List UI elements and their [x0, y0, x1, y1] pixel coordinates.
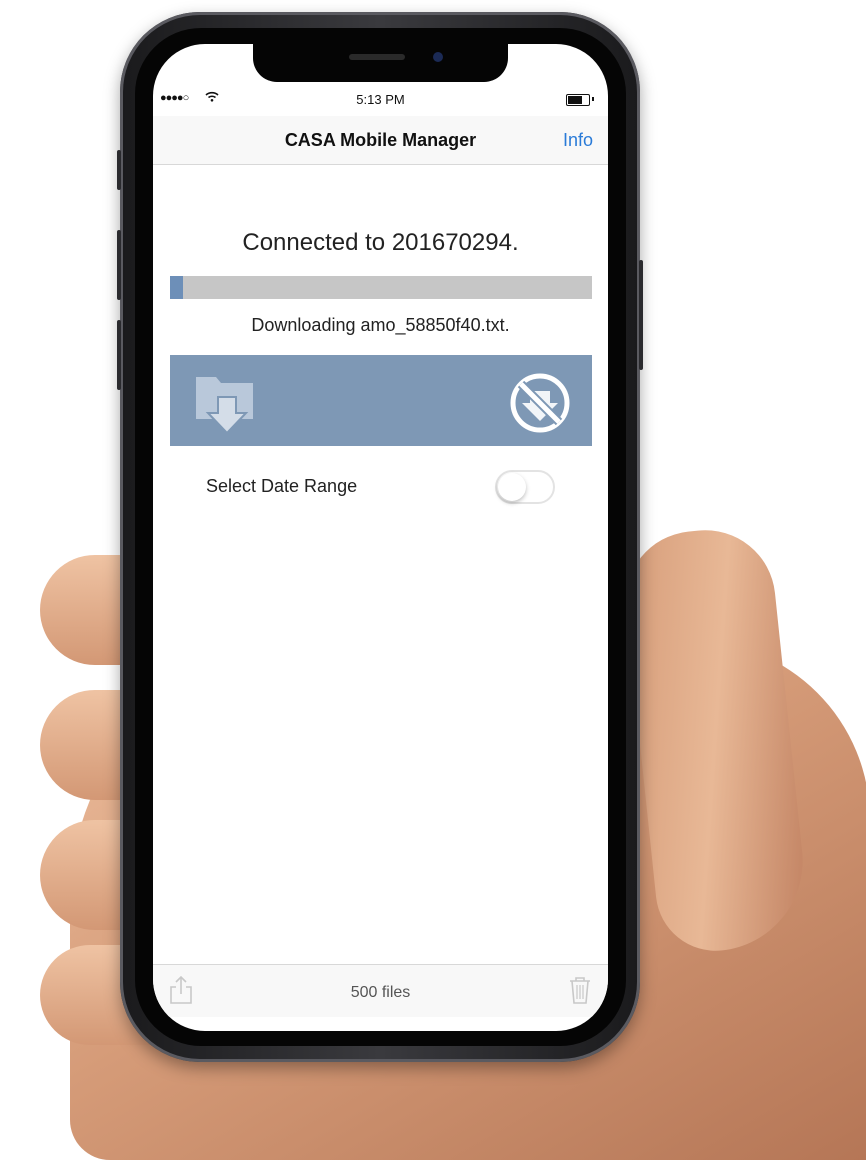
speaker-grille: [349, 54, 405, 60]
phone-screen: ●●●●○ 5:13 PM CASA Mobile Manager Info C…: [153, 44, 608, 1031]
front-camera: [433, 52, 443, 62]
download-status: Downloading amo_58850f40.txt.: [251, 315, 510, 335]
date-range-toggle[interactable]: [495, 470, 555, 504]
no-download-icon[interactable]: [508, 371, 572, 435]
bottom-toolbar: 500 files: [153, 964, 608, 1017]
toggle-knob: [498, 473, 526, 501]
battery-tip: [592, 97, 594, 101]
power-button: [639, 260, 643, 370]
progress-fill: [170, 276, 183, 299]
navigation-bar: CASA Mobile Manager Info: [153, 116, 608, 165]
volume-down-button: [117, 320, 121, 390]
date-range-label: Select Date Range: [206, 476, 358, 496]
download-progress-bar: [170, 276, 592, 299]
page-title: CASA Mobile Manager: [284, 130, 477, 150]
action-bar: [170, 355, 592, 446]
info-button[interactable]: Info: [563, 130, 593, 151]
download-folder-icon[interactable]: [194, 367, 260, 435]
status-bar: ●●●●○ 5:13 PM: [153, 88, 608, 112]
battery-icon: [566, 94, 590, 106]
volume-up-button: [117, 230, 121, 300]
files-count: 500 files: [350, 984, 411, 1001]
trash-icon[interactable]: [568, 975, 592, 1005]
connection-status: Connected to 201670294.: [242, 229, 519, 256]
mute-switch: [117, 150, 121, 190]
notch: [253, 44, 508, 82]
status-time: 5:13 PM: [356, 92, 405, 107]
